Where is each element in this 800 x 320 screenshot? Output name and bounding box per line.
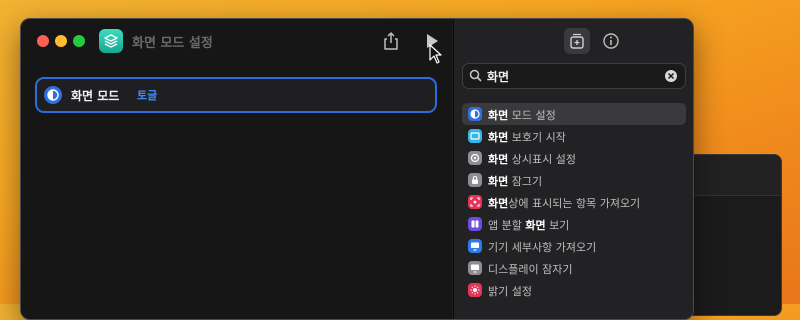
minimize-button[interactable]	[55, 35, 67, 47]
search-results-list: 화면 모드 설정 화면 보호기 시작 화면 상시표시 설정 화면 잠그기 화면상…	[462, 103, 686, 301]
window-title[interactable]: 화면 모드 설정	[132, 32, 213, 51]
action-library-pane: 화면 화면 모드 설정 화면 보호기 시작 화면 상시표시 설정 화면 잠그기 …	[453, 19, 693, 319]
display-mode-icon	[44, 86, 62, 104]
always-on-icon	[468, 151, 482, 165]
shortcuts-window: 화면 모드 설정 화면 모드 토글 화면 화면 모드 설정 화면 보호기 시작 …	[20, 18, 694, 320]
list-item[interactable]: 화면 잠그기	[462, 169, 686, 191]
display-sleep-icon	[468, 261, 482, 275]
search-icon	[469, 69, 482, 82]
action-block-display-mode[interactable]: 화면 모드 토글	[35, 77, 437, 113]
info-icon[interactable]	[602, 32, 620, 50]
search-input-value[interactable]: 화면	[487, 68, 509, 85]
screensaver-icon	[468, 129, 482, 143]
action-parameter-toggle[interactable]: 토글	[137, 87, 157, 103]
list-item[interactable]: 화면 모드 설정	[462, 103, 686, 125]
display-mode-icon	[468, 107, 482, 121]
zoom-button[interactable]	[73, 35, 85, 47]
list-item[interactable]: 화면 보호기 시작	[462, 125, 686, 147]
list-item[interactable]: 화면 상시표시 설정	[462, 147, 686, 169]
lock-icon	[468, 173, 482, 187]
action-search-field[interactable]: 화면	[462, 63, 686, 89]
layers-icon	[104, 34, 118, 48]
list-item[interactable]: 화면상에 표시되는 항목 가져오기	[462, 191, 686, 213]
share-icon[interactable]	[382, 31, 400, 51]
action-library-icon[interactable]	[568, 32, 586, 50]
list-item[interactable]: 앱 분할 화면 보기	[462, 213, 686, 235]
list-item[interactable]: 디스플레이 잠자기	[462, 257, 686, 279]
brightness-icon	[468, 283, 482, 297]
action-label: 화면 모드	[71, 89, 120, 103]
split-view-icon	[468, 217, 482, 231]
list-item[interactable]: 밝기 설정	[462, 279, 686, 301]
editor-pane: 화면 모드 설정 화면 모드 토글	[21, 19, 452, 319]
close-button[interactable]	[37, 35, 49, 47]
screen-capture-icon	[468, 195, 482, 209]
shortcut-icon[interactable]	[99, 29, 123, 53]
monitor-icon	[468, 239, 482, 253]
clear-search-icon[interactable]	[665, 70, 677, 82]
list-item[interactable]: 기기 세부사항 가져오기	[462, 235, 686, 257]
mouse-cursor-icon	[429, 44, 442, 64]
